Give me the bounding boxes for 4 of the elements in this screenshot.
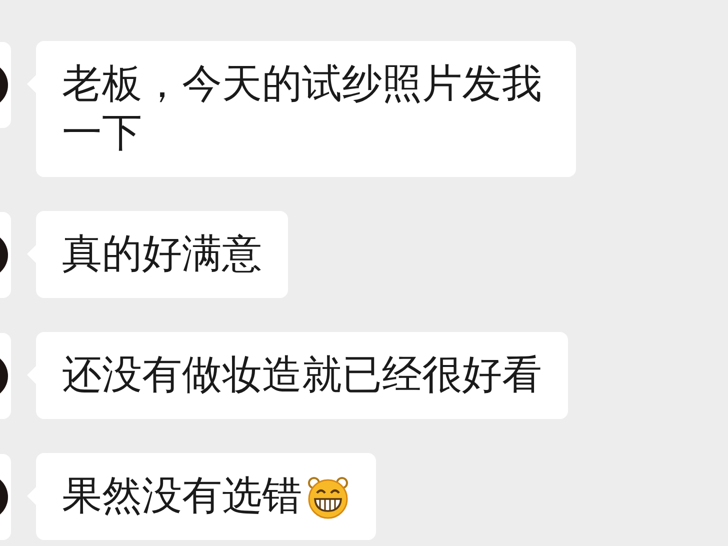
message-text: 果然没有选错 (62, 472, 302, 521)
message-text: 还没有做妆造就已经很好看 (62, 351, 542, 400)
message-text: 真的好满意 (62, 230, 262, 279)
message-text: 老板，今天的试纱照片发我一下 (62, 60, 543, 158)
